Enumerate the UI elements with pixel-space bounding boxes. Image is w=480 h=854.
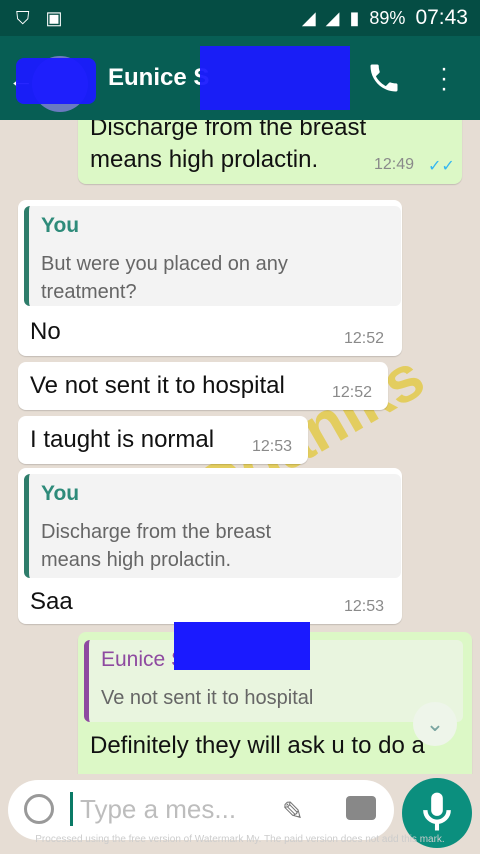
battery-icon: ▮: [349, 7, 360, 28]
attach-clip-icon[interactable]: ✎: [282, 796, 304, 827]
quoted-text: means high prolactin.: [41, 549, 232, 571]
message-incoming[interactable]: I taught is normal 12:53: [18, 416, 308, 464]
quoted-sender: You: [41, 482, 80, 505]
message-time: 12:49: [374, 156, 415, 173]
message-time: 12:53: [252, 438, 293, 455]
emoji-icon[interactable]: [24, 794, 54, 824]
footer-watermark-text: Processed using the free version of Wate…: [35, 834, 445, 845]
read-ticks-icon: ✓✓: [428, 158, 455, 175]
signal-icon-2: ◢: [325, 7, 340, 28]
quoted-message[interactable]: You Discharge from the breast means high…: [24, 474, 401, 578]
chat-area[interactable]: AfrOganiks Discharge from the breast mea…: [0, 120, 480, 774]
message-text: means high prolactin.: [90, 146, 319, 173]
contact-name[interactable]: Eunice S: [108, 64, 209, 92]
battery-percent: 89%: [369, 7, 406, 28]
message-composer[interactable]: Type a mes... ✎: [8, 780, 394, 840]
message-time: 12:52: [332, 384, 373, 401]
quoted-message[interactable]: You But were you placed on any treatment…: [24, 206, 401, 306]
status-bar: ⛉ ▣ ◢ ◢ ▮ 89% 07:43: [0, 0, 480, 36]
message-time: 12:53: [344, 598, 385, 615]
quoted-text: But were you placed on any: [41, 253, 288, 275]
message-outgoing[interactable]: Eunice S Ve not sent it to hospital Defi…: [78, 622, 472, 774]
chat-header: ← Eunice S ···: [0, 36, 480, 120]
message-incoming[interactable]: You Discharge from the breast means high…: [18, 468, 402, 624]
message-incoming[interactable]: You But were you placed on any treatment…: [18, 200, 402, 356]
quoted-sender: You: [41, 214, 80, 237]
more-options-icon[interactable]: · · ·: [440, 57, 448, 101]
scroll-down-chevron-icon[interactable]: ⌄: [413, 702, 457, 746]
message-text: Definitely they will ask u to do a: [90, 732, 425, 759]
redaction-mark-2: [200, 46, 350, 110]
redaction-mark: [16, 58, 96, 104]
message-text: I taught is normal: [30, 426, 215, 453]
message-text: Ve not sent it to hospital: [30, 372, 285, 399]
quoted-text: Ve not sent it to hospital: [101, 687, 314, 709]
quoted-text: treatment?: [41, 281, 137, 303]
redaction-mark-3: [174, 622, 310, 670]
message-text: Saa: [30, 588, 73, 615]
message-text: No: [30, 318, 61, 345]
shield-icon: ⛉: [16, 8, 30, 28]
message-incoming[interactable]: Ve not sent it to hospital 12:52: [18, 362, 388, 410]
phone-call-icon[interactable]: [366, 60, 402, 96]
message-input[interactable]: Type a mes...: [80, 794, 236, 825]
message-time: 12:52: [344, 330, 385, 347]
text-cursor: [70, 792, 73, 826]
image-icon: ▣: [45, 8, 63, 28]
quoted-sender: Eunice S: [101, 648, 186, 671]
clock: 07:43: [415, 6, 468, 29]
quoted-text: Discharge from the breast: [41, 521, 272, 543]
camera-icon[interactable]: [346, 796, 376, 820]
message-text: Discharge from the breast: [90, 120, 367, 141]
signal-icon: ◢: [301, 7, 316, 28]
message-outgoing[interactable]: Discharge from the breast means high pro…: [78, 120, 462, 184]
